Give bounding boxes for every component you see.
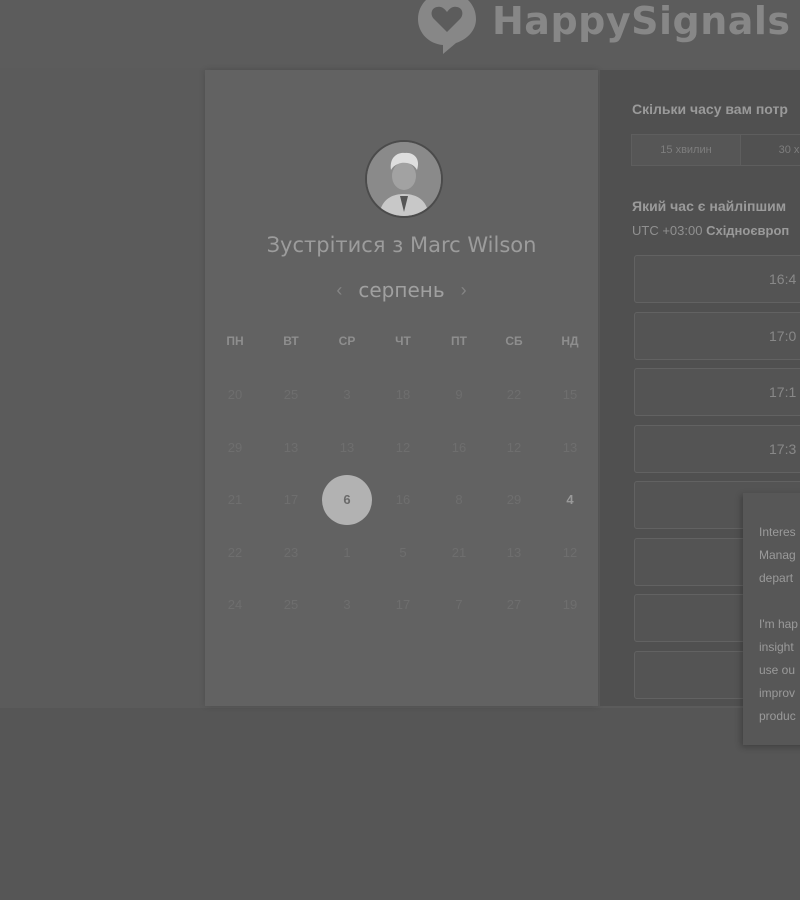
heart-speech-bubble-icon xyxy=(418,0,476,54)
brand-name: HappySignals xyxy=(492,0,791,43)
weekday-header: ПН ВТ СР ЧТ ПТ СБ НД xyxy=(205,334,598,354)
next-month-icon[interactable]: › xyxy=(461,280,467,301)
calendar-day: 29 xyxy=(227,440,243,455)
weekday-label: ЧТ xyxy=(395,334,411,348)
calendar-day: 8 xyxy=(455,492,463,507)
calendar-card: Зустрітися з Marc Wilson ‹ серпень › ПН В… xyxy=(205,70,598,706)
time-slot-button[interactable]: 17:3 xyxy=(634,424,800,473)
selected-day[interactable]: 6 xyxy=(322,475,372,525)
calendar-day: 20 xyxy=(227,387,243,402)
calendar-day[interactable]: 4 xyxy=(545,488,595,512)
calendar-day: 21 xyxy=(451,545,467,560)
calendar-day: 17 xyxy=(395,597,411,612)
previous-month-icon[interactable]: ‹ xyxy=(336,280,342,301)
calendar-day: 25 xyxy=(283,387,299,402)
header-bar: HappySignals xyxy=(0,0,800,68)
brand-logo-link[interactable]: HappySignals xyxy=(412,0,791,56)
duration-options: 15 хвилин30 хви xyxy=(631,134,800,166)
timezone-label[interactable]: UTC +03:00 Східноєвроп xyxy=(632,223,789,238)
calendar-day: 16 xyxy=(451,440,467,455)
calendar-day: 12 xyxy=(562,545,578,560)
popup-text: Interes Manag depart I'm hap insight use… xyxy=(759,525,798,723)
calendar-day: 22 xyxy=(227,545,243,560)
weekday-label: ПН xyxy=(226,334,244,348)
duration-question: Скільки часу вам потр xyxy=(632,101,788,117)
time-slot-label: 16:4 xyxy=(769,271,797,287)
time-slot-label: 17:3 xyxy=(769,440,797,457)
time-question: Який час є найліпшим xyxy=(632,198,787,214)
calendar-day: 7 xyxy=(455,597,463,612)
weekday-label: СР xyxy=(338,334,356,348)
calendar-day: 13 xyxy=(506,545,522,560)
time-slot-button[interactable]: 17:0 xyxy=(634,311,800,360)
calendar-day: 5 xyxy=(399,545,407,560)
calendar-day: 13 xyxy=(339,440,355,455)
duration-option-button[interactable]: 15 хвилин xyxy=(632,135,740,165)
calendar-day: 12 xyxy=(506,440,522,455)
weekday-label: ВТ xyxy=(283,334,299,348)
calendar-day: 27 xyxy=(506,597,522,612)
calendar-day: 25 xyxy=(283,597,299,612)
weekday-label: НД xyxy=(561,334,579,348)
calendar-day: 13 xyxy=(562,440,578,455)
calendar-day: 3 xyxy=(343,597,351,612)
meeting-title: Зустрітися з Marc Wilson xyxy=(266,233,537,257)
timezone-offset: UTC +03:00 xyxy=(632,223,703,238)
calendar-day: 16 xyxy=(395,492,411,507)
calendar-day: 29 xyxy=(506,492,522,507)
calendar-day: 13 xyxy=(283,440,299,455)
info-popup: Interes Manag depart I'm hap insight use… xyxy=(743,493,800,745)
calendar-day: 21 xyxy=(227,492,243,507)
time-slot-label: 17:0 xyxy=(769,327,797,344)
calendar-day: 15 xyxy=(562,387,578,402)
weekday-label: СБ xyxy=(505,334,523,348)
calendar-day: 12 xyxy=(395,440,411,455)
calendar-day: 9 xyxy=(455,387,463,402)
time-slot-button[interactable]: 17:1 xyxy=(634,368,800,416)
calendar-day: 3 xyxy=(343,387,351,402)
weekday-label: ПТ xyxy=(451,334,467,348)
timezone-name: Східноєвроп xyxy=(706,223,790,238)
calendar-day: 22 xyxy=(506,387,522,402)
month-navigation: ‹ серпень › xyxy=(205,278,598,302)
host-avatar xyxy=(365,140,443,218)
calendar-day: 17 xyxy=(283,492,299,507)
calendar-day: 19 xyxy=(562,597,578,612)
time-slot-label: 17:1 xyxy=(769,384,797,400)
calendar-day: 24 xyxy=(227,597,243,612)
month-label: серпень xyxy=(358,278,445,302)
calendar-day: 18 xyxy=(395,387,411,402)
calendar-day: 1 xyxy=(343,545,351,560)
duration-option-button[interactable]: 30 хви xyxy=(740,135,800,165)
time-slot-button[interactable]: 16:4 xyxy=(634,255,800,303)
calendar-day: 23 xyxy=(283,545,299,560)
